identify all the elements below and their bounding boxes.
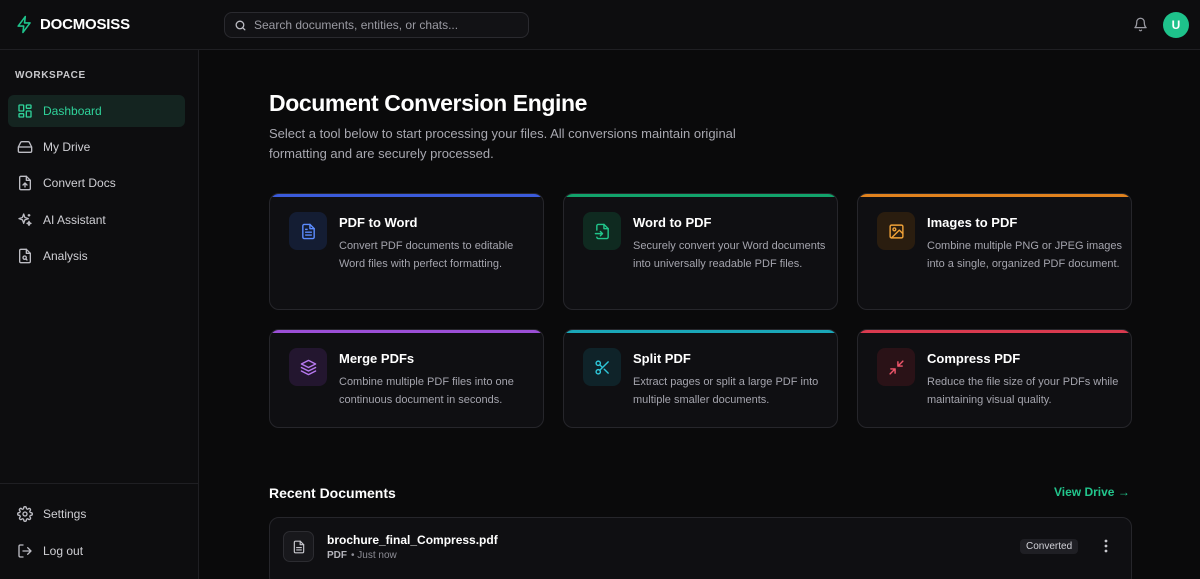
file-text-icon: [301, 223, 315, 239]
card-icon-box: [877, 212, 915, 250]
workspace-label: WORKSPACE: [15, 70, 86, 81]
card-icon-box: [877, 348, 915, 386]
card-icon-box: [583, 212, 621, 250]
search-icon: [235, 20, 246, 30]
status-badge: Converted: [1020, 539, 1079, 554]
card-title: PDF to Word: [339, 215, 418, 230]
tool-card-pdf-to-word[interactable]: PDF to Word Convert PDF documents to edi…: [269, 193, 544, 310]
card-title: Images to PDF: [927, 215, 1018, 230]
bolt-icon: [17, 15, 31, 34]
sidebar-item-analysis[interactable]: Analysis: [8, 240, 185, 272]
card-accent-bar: [270, 194, 543, 197]
sidebar-item-label: Convert Docs: [43, 176, 116, 190]
tool-card-split-pdf[interactable]: Split PDF Extract pages or split a large…: [563, 329, 838, 428]
sidebar-item-label: AI Assistant: [43, 213, 106, 227]
app-name: DOCMOSISS: [40, 16, 130, 33]
app-logo[interactable]: DOCMOSISS: [15, 14, 130, 35]
drive-icon: [17, 141, 33, 153]
card-accent-bar: [270, 330, 543, 333]
main-content: Document Conversion Engine Select a tool…: [199, 50, 1200, 579]
top-header: DOCMOSISS U: [0, 0, 1200, 50]
search-box[interactable]: [224, 12, 529, 38]
card-title: Split PDF: [633, 351, 691, 366]
user-avatar[interactable]: U: [1163, 12, 1189, 38]
sidebar-item-settings[interactable]: Settings: [8, 498, 185, 530]
card-accent-bar: [858, 194, 1131, 197]
view-drive-link[interactable]: View Drive →: [1054, 485, 1130, 499]
analysis-icon: [19, 248, 31, 264]
document-type: PDF: [327, 550, 347, 561]
card-icon-box: [289, 348, 327, 386]
table-row[interactable]: brochure_final_Compress.pdf PDF • Just no…: [269, 517, 1132, 579]
sidebar-item-label: My Drive: [43, 140, 91, 154]
scissors-icon: [594, 359, 609, 375]
sidebar-item-label: Analysis: [43, 249, 88, 263]
document-name[interactable]: brochure_final_Compress.pdf: [327, 533, 498, 547]
card-description: Combine multiple PNG or JPEG images into…: [927, 240, 1123, 270]
card-description: Securely convert your Word documents int…: [633, 240, 826, 270]
card-icon-box: [289, 212, 327, 250]
sidebar-item-ai-assistant[interactable]: AI Assistant: [8, 204, 185, 236]
sidebar-item-label: Settings: [43, 507, 87, 521]
sidebar-item-convert-docs[interactable]: Convert Docs: [8, 167, 185, 199]
sidebar-item-label: Dashboard: [43, 104, 102, 118]
tool-card-word-to-pdf[interactable]: Word to PDF Securely convert your Word d…: [563, 193, 838, 310]
recent-documents-title: Recent Documents: [269, 485, 396, 501]
sidebar-footer: Settings Log out: [0, 483, 199, 579]
dashboard-icon: [18, 104, 32, 118]
card-description: Combine multiple PDF files into one cont…: [339, 376, 514, 406]
sparkles-icon: [18, 213, 32, 226]
bell-icon[interactable]: [1133, 17, 1148, 32]
minimize-icon: [888, 359, 904, 375]
tool-card-compress-pdf[interactable]: Compress PDF Reduce the file size of you…: [857, 329, 1132, 428]
sidebar-item-dashboard[interactable]: Dashboard: [8, 95, 185, 127]
card-accent-bar: [564, 194, 837, 197]
logout-icon: [18, 544, 32, 558]
card-description: Reduce the file size of your PDFs while …: [927, 376, 1119, 406]
card-description: Convert PDF documents to editable Word f…: [339, 240, 514, 270]
sidebar-item-label: Log out: [43, 544, 84, 558]
card-title: Compress PDF: [927, 351, 1021, 366]
tool-card-images-to-pdf[interactable]: Images to PDF Combine multiple PNG or JP…: [857, 193, 1132, 310]
sidebar-item-my-drive[interactable]: My Drive: [8, 131, 185, 163]
card-accent-bar: [564, 330, 837, 333]
search-input[interactable]: [254, 18, 514, 32]
file-text-icon: [293, 540, 304, 553]
card-description: Extract pages or split a large PDF into …: [633, 376, 819, 406]
page-title: Document Conversion Engine: [269, 90, 588, 116]
card-title: Word to PDF: [633, 215, 712, 230]
document-meta: PDF • Just now: [327, 550, 397, 561]
file-import-icon: [594, 223, 609, 239]
image-icon: [888, 223, 904, 239]
tool-card-merge-pdfs[interactable]: Merge PDFs Combine multiple PDF files in…: [269, 329, 544, 428]
gear-icon: [17, 506, 33, 522]
card-icon-box: [583, 348, 621, 386]
page-subtitle: Select a tool below to start processing …: [269, 126, 736, 161]
layers-icon: [300, 359, 316, 375]
sidebar-item-logout[interactable]: Log out: [8, 535, 185, 567]
document-time: • Just now: [351, 550, 397, 561]
card-accent-bar: [858, 330, 1131, 333]
more-vertical-icon[interactable]: [1100, 538, 1112, 554]
doc-icon-box: [283, 531, 314, 562]
convert-icon: [19, 175, 31, 191]
card-title: Merge PDFs: [339, 351, 415, 366]
sidebar: WORKSPACE Dashboard My Drive Convert Doc…: [0, 50, 199, 579]
